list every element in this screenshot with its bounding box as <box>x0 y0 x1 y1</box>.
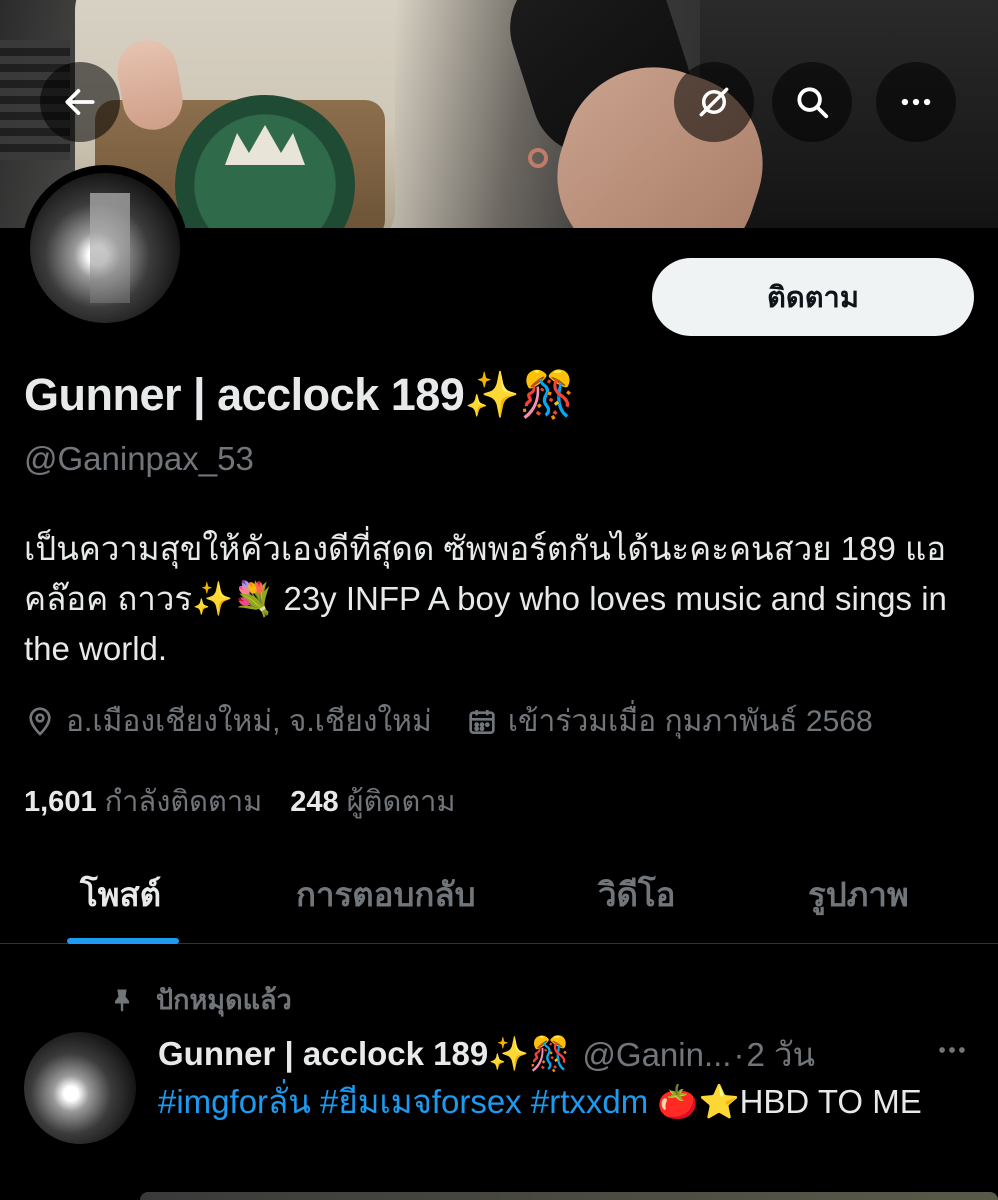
grok-icon <box>699 87 729 117</box>
post-text-tail: 🍅⭐HBD TO ME <box>657 1083 922 1120</box>
hashtag-link[interactable]: #imgforลั่น <box>158 1083 311 1120</box>
banner-photo-ring <box>528 148 548 168</box>
display-name: Gunner | acclock 189✨🎊 <box>24 369 576 420</box>
pin-icon <box>115 989 129 1012</box>
post-author-avatar[interactable] <box>24 1032 136 1144</box>
more-horizontal-icon <box>901 98 931 106</box>
post-author-name[interactable]: Gunner | acclock 189✨🎊 <box>158 1035 570 1074</box>
hashtag-link[interactable]: #rtxxdm <box>531 1083 648 1120</box>
tab-videos[interactable]: วิดีโอ <box>598 868 676 921</box>
joined-item: เข้าร่วมเมื่อ กุมภาพันธ์ 2568 <box>466 698 873 745</box>
followers-label: ผู้ติดตาม <box>346 786 456 818</box>
pinned-indicator: ปักหมุดแล้ว <box>108 978 292 1021</box>
tab-replies[interactable]: การตอบกลับ <box>296 868 476 921</box>
more-horizontal-icon <box>939 1047 965 1053</box>
follow-button[interactable]: ติดตาม <box>652 258 974 336</box>
post-author-handle[interactable]: @Ganin... <box>582 1036 731 1074</box>
back-button[interactable] <box>40 62 120 142</box>
following-label: กำลังติดตาม <box>104 786 263 818</box>
grok-button[interactable] <box>674 62 754 142</box>
followers-link[interactable]: 248 ผู้ติดตาม <box>290 778 455 824</box>
post-time[interactable]: 2 วัน <box>746 1028 815 1081</box>
following-link[interactable]: 1,601 กำลังติดตาม <box>24 778 262 824</box>
post-text: #imgforลั่น #ยีมเมจforsex #rtxxdm 🍅⭐HBD … <box>158 1078 958 1126</box>
avatar-photo-light <box>90 193 130 303</box>
search-button[interactable] <box>772 62 852 142</box>
tab-posts[interactable]: โพสต์ <box>80 868 161 921</box>
profile-meta: อ.เมืองเชียงใหม่, จ.เชียงใหม่ เข้าร่วมเม… <box>24 698 907 745</box>
search-icon <box>797 87 829 119</box>
profile-avatar[interactable] <box>22 165 188 331</box>
post-separator: · <box>733 1035 745 1073</box>
post-more-button[interactable] <box>930 1030 974 1070</box>
avatar-photo <box>30 173 180 323</box>
active-tab-indicator <box>67 938 179 944</box>
calendar-icon <box>466 706 498 738</box>
location-text: อ.เมืองเชียงใหม่, จ.เชียงใหม่ <box>66 705 432 738</box>
tab-photos[interactable]: รูปภาพ <box>808 868 909 921</box>
profile-bio: เป็นความสุขให้คัวเองดีที่สุดด ซัพพอร์ตกั… <box>24 530 947 667</box>
location-item: อ.เมืองเชียงใหม่, จ.เชียงใหม่ <box>24 698 432 745</box>
more-button[interactable] <box>876 62 956 142</box>
profile-tabs: โพสต์ การตอบกลับ วิดีโอ รูปภาพ <box>0 840 998 944</box>
next-post-media-edge <box>140 1192 998 1200</box>
user-handle: @Ganinpax_53 <box>24 440 254 477</box>
followers-count: 248 <box>290 786 339 818</box>
joined-text: เข้าร่วมเมื่อ กุมภาพันธ์ 2568 <box>507 705 873 738</box>
post-header: Gunner | acclock 189✨🎊 @Ganin... · 2 วัน <box>158 1028 978 1081</box>
location-pin-icon <box>24 706 56 738</box>
pinned-label: ปักหมุดแล้ว <box>156 985 292 1015</box>
follow-stats: 1,601 กำลังติดตาม 248 ผู้ติดตาม <box>24 778 484 824</box>
arrow-left-icon <box>65 89 95 115</box>
hashtag-link[interactable]: #ยีมเมจforsex <box>320 1083 522 1120</box>
following-count: 1,601 <box>24 786 97 818</box>
